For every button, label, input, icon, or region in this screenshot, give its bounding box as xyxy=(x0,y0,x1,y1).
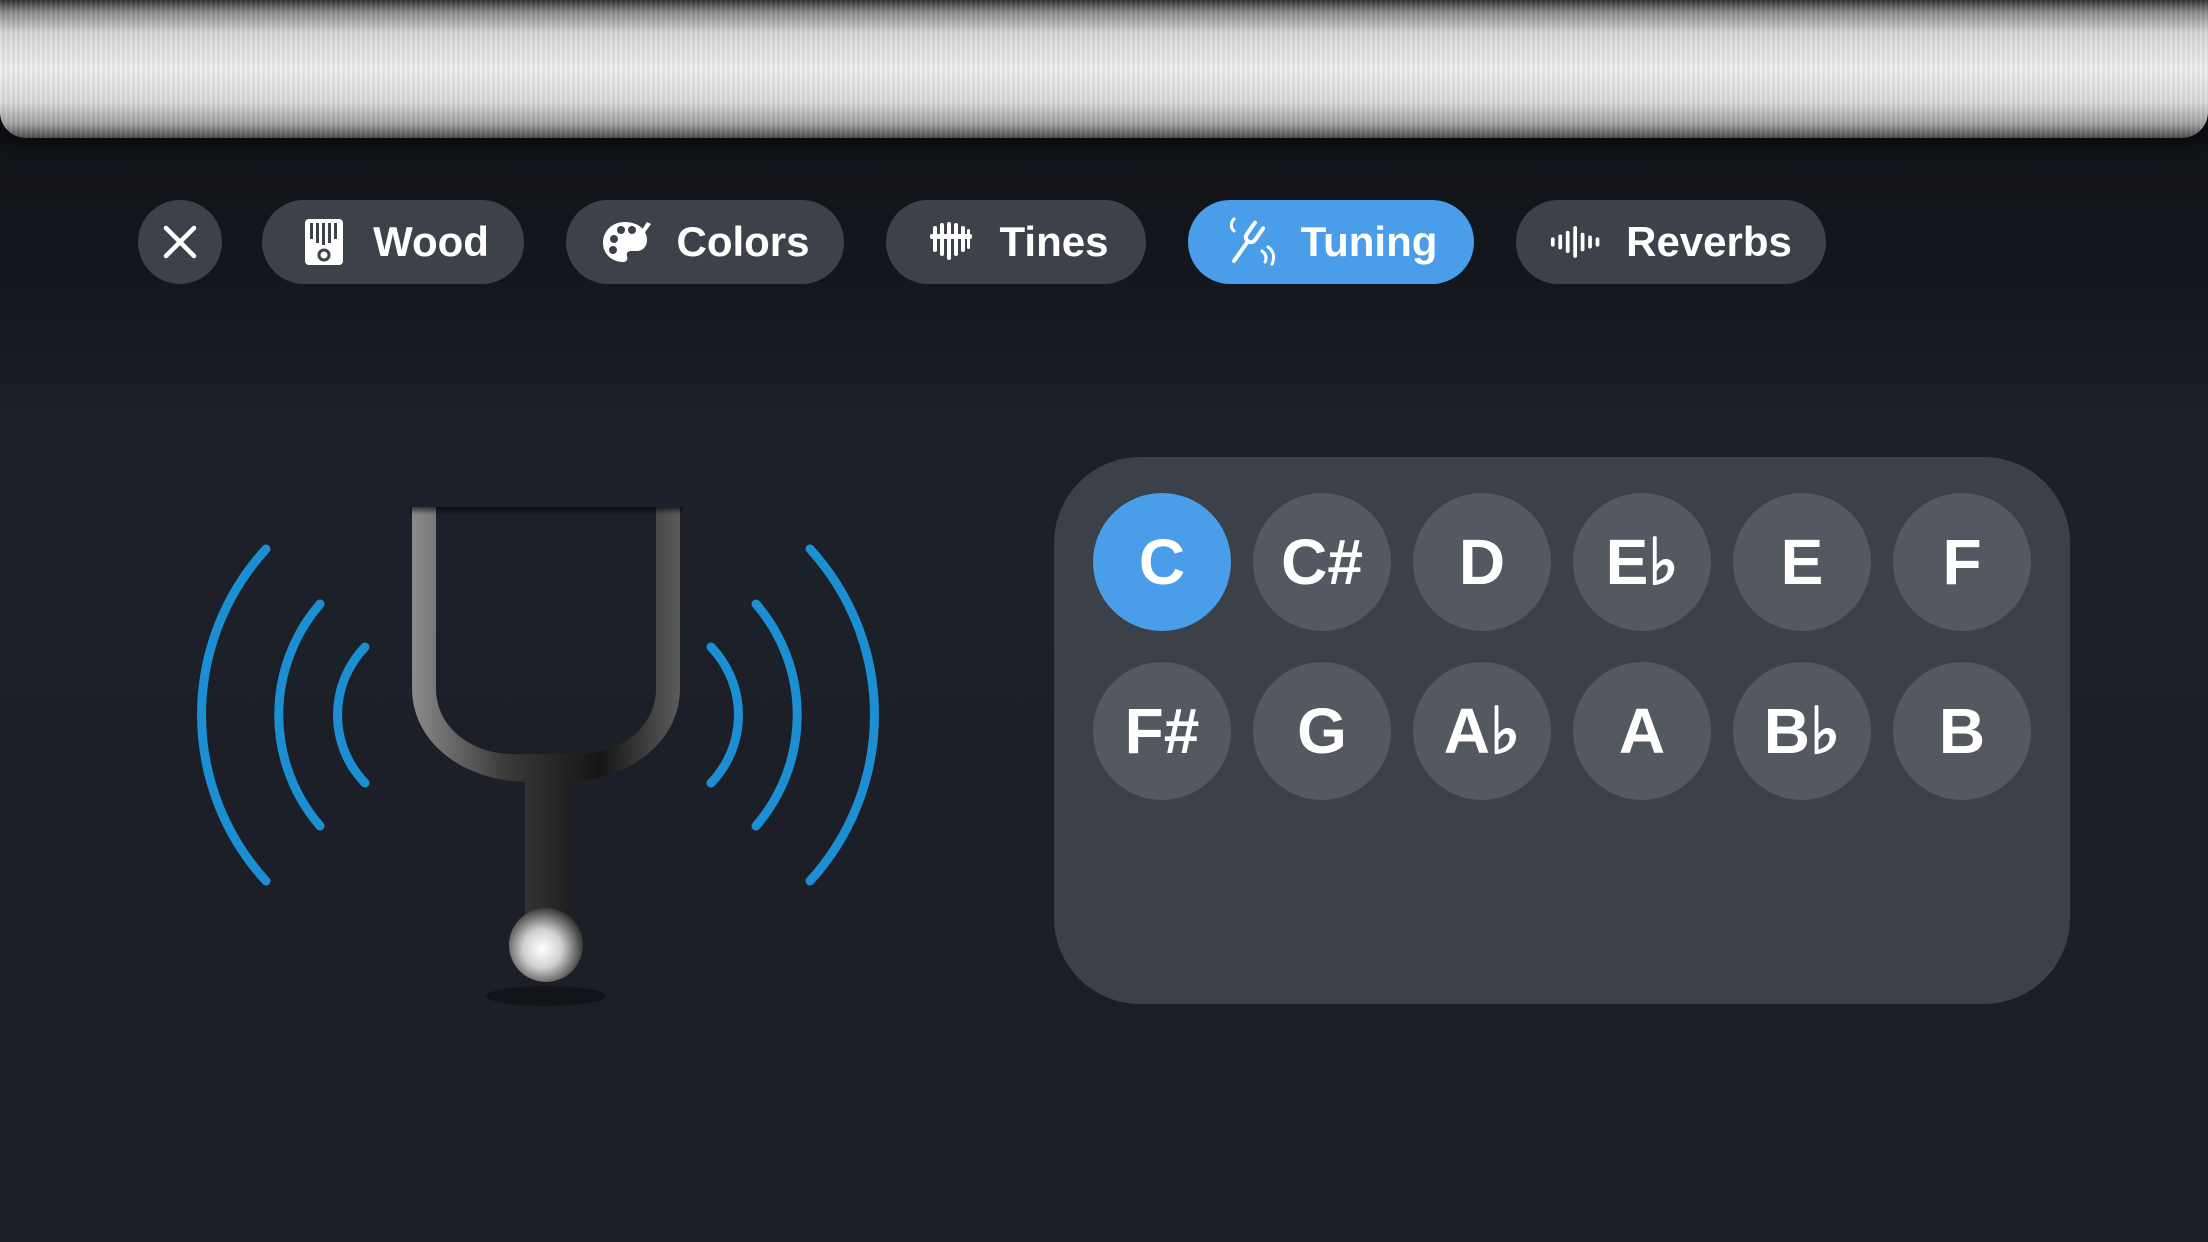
note-button-e-flat[interactable]: E♭ xyxy=(1573,493,1711,631)
note-button-c-sharp[interactable]: C# xyxy=(1253,493,1391,631)
tab-tuning[interactable]: Tuning xyxy=(1188,200,1474,284)
note-button-a-flat[interactable]: A♭ xyxy=(1413,662,1551,800)
note-button-g[interactable]: G xyxy=(1253,662,1391,800)
note-button-f[interactable]: F xyxy=(1893,493,2031,631)
settings-toolbar: Wood Colors Tines Tuning Reverbs xyxy=(0,200,2208,286)
tab-reverbs[interactable]: Reverbs xyxy=(1516,200,1826,284)
note-button-e[interactable]: E xyxy=(1733,493,1871,631)
metal-tine-bar xyxy=(0,0,2208,138)
tab-tines[interactable]: Tines xyxy=(886,200,1146,284)
tines-icon xyxy=(924,215,978,269)
note-button-f-sharp[interactable]: F# xyxy=(1093,662,1231,800)
note-button-a[interactable]: A xyxy=(1573,662,1711,800)
tab-label: Colors xyxy=(676,218,810,265)
waveform-icon xyxy=(1550,215,1604,269)
tuning-fork-icon xyxy=(1225,215,1279,269)
note-button-d[interactable]: D xyxy=(1413,493,1551,631)
palette-icon xyxy=(600,215,654,269)
tab-colors[interactable]: Colors xyxy=(566,200,844,284)
tuning-fork-icon xyxy=(197,507,879,1006)
tab-label: Reverbs xyxy=(1626,218,1792,265)
tab-label: Tines xyxy=(999,218,1109,265)
close-icon xyxy=(160,222,200,262)
note-button-b[interactable]: B xyxy=(1893,662,2031,800)
tab-label: Tuning xyxy=(1300,218,1438,265)
kalimba-icon xyxy=(297,215,351,269)
close-button[interactable] xyxy=(138,200,222,284)
tab-wood[interactable]: Wood xyxy=(262,200,524,284)
note-button-b-flat[interactable]: B♭ xyxy=(1733,662,1871,800)
app-screen: Wood Colors Tines Tuning Reverbs C C# D … xyxy=(0,0,2208,1242)
tuning-fork-illustration xyxy=(180,480,900,1040)
notes-panel: C C# D E♭ E F F# G A♭ A B♭ B xyxy=(1054,457,2070,1004)
tab-label: Wood xyxy=(373,218,489,265)
note-button-c[interactable]: C xyxy=(1093,493,1231,631)
